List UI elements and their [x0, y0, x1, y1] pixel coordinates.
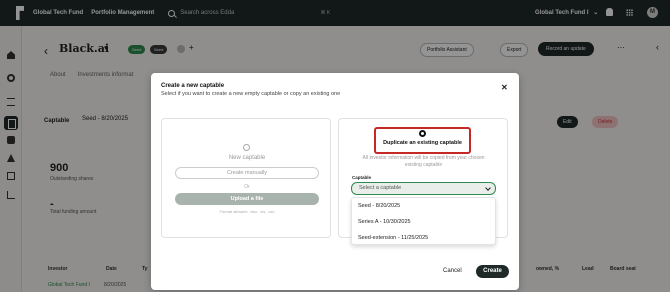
- duplicate-captable-description: All investor information will be copied …: [362, 155, 485, 168]
- dropdown-option[interactable]: Series A - 10/30/2025: [358, 219, 411, 225]
- dropdown-option[interactable]: Seed-extension - 11/25/2025: [358, 235, 428, 241]
- dialog-subtitle: Select if you want to create a new empty…: [161, 91, 341, 97]
- create-manually-button[interactable]: Create manually: [175, 167, 319, 179]
- close-icon[interactable]: ✕: [501, 83, 508, 92]
- create-captable-dialog: Create a new captable Select if you want…: [151, 73, 519, 290]
- captable-select[interactable]: Select a captable: [351, 182, 496, 195]
- create-button[interactable]: Create: [476, 265, 509, 278]
- captable-select-placeholder: Select a captable: [359, 185, 402, 191]
- captable-dropdown: Seed - 8/20/2025 Series A - 10/30/2025 S…: [351, 197, 496, 245]
- new-captable-title: New captable: [228, 155, 266, 161]
- captable-field-label: Captable: [352, 175, 372, 180]
- upload-file-button[interactable]: Upload a file: [175, 193, 319, 205]
- dropdown-option[interactable]: Seed - 8/20/2025: [358, 203, 400, 209]
- chevron-down-icon: [485, 185, 491, 191]
- dialog-title: Create a new captable: [161, 83, 225, 89]
- new-captable-option[interactable]: New captable Create manually Or Upload a…: [161, 118, 331, 238]
- cancel-button[interactable]: Cancel: [443, 268, 462, 274]
- new-captable-radio[interactable]: [243, 144, 250, 151]
- duplicate-captable-title: Duplicate an existing captable: [383, 140, 462, 146]
- or-divider: Or: [244, 184, 250, 190]
- file-format-hint: Format allowed: .xlsx, .xls, .csv: [219, 209, 275, 214]
- duplicate-captable-radio[interactable]: [419, 130, 426, 137]
